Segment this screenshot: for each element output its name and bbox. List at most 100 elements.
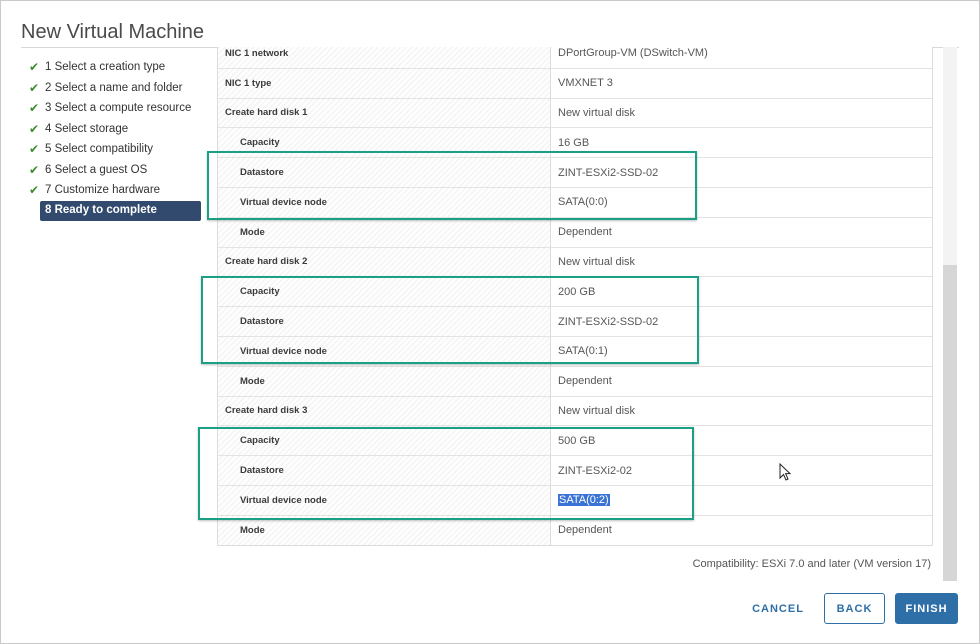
wizard-step-1[interactable]: ✔ 1 Select a creation type	[27, 57, 202, 78]
wizard-step-label: 7 Customize hardware	[45, 184, 161, 196]
check-icon: ✔	[28, 162, 40, 177]
value-text: New virtual disk	[558, 255, 636, 268]
row-label: Mode	[218, 217, 551, 247]
row-value: New virtual disk	[558, 397, 635, 426]
row-label: NIC 1 network	[218, 47, 551, 68]
table-row: Virtual device node SATA(0:2)	[218, 486, 932, 516]
table-scrollbar[interactable]	[943, 47, 957, 581]
value-text: DPortGroup-VM (DSwitch-VM)	[558, 47, 708, 60]
row-value: SATA(0:1)	[558, 337, 608, 366]
row-value: New virtual disk	[558, 99, 635, 128]
table-row: Datastore ZINT-ESXi2-SSD-02	[218, 307, 932, 337]
table-row: Mode Dependent	[218, 515, 932, 545]
value-text: VMXNET 3	[558, 77, 613, 90]
wizard-step-8[interactable]: 8 Ready to complete	[40, 200, 201, 221]
value-text: 200 GB	[558, 285, 596, 298]
table-row: Capacity 16 GB	[218, 128, 932, 159]
wizard-steps: ✔ 1 Select a creation type ✔ 2 Select a nam…	[27, 57, 202, 221]
row-label: Mode	[218, 366, 551, 396]
cancel-button[interactable]: CANCEL	[745, 593, 811, 624]
row-label: Datastore	[218, 158, 551, 187]
value-text: SATA(0:1)	[558, 345, 608, 358]
value-text: 500 GB	[558, 434, 596, 447]
row-value: 16 GB	[558, 128, 589, 157]
table-row: Create hard disk 3 New virtual disk	[218, 396, 932, 427]
value-text: SATA(0:0)	[558, 196, 608, 209]
wizard-step-label: 3 Select a compute resource	[45, 102, 192, 114]
row-label: Virtual device node	[218, 188, 551, 217]
table-row: Datastore ZINT-ESXi2-02	[218, 456, 932, 486]
wizard-step-5[interactable]: ✔ 5 Select compatibility	[27, 139, 202, 160]
wizard-step-label: 4 Select storage	[45, 122, 129, 135]
wizard-step-4[interactable]: ✔ 4 Select storage	[27, 119, 202, 140]
table-row: Create hard disk 1 New virtual disk	[218, 98, 932, 129]
mouse-pointer-icon	[779, 463, 791, 481]
table-row: Mode Dependent	[218, 217, 932, 248]
row-value: 500 GB	[558, 426, 595, 455]
back-button[interactable]: BACK	[824, 593, 885, 624]
value-text: 16 GB	[558, 136, 590, 149]
wizard-step-2[interactable]: ✔ 2 Select a name and folder	[27, 78, 202, 99]
summary-table: NIC 1 network DPortGroup-VM (DSwitch-VM) N…	[217, 47, 933, 546]
row-label: Virtual device node	[218, 486, 551, 515]
row-value: ZINT-ESXi2-SSD-02	[558, 307, 658, 336]
value-text: Dependent	[558, 226, 612, 239]
wizard-step-label: 6 Select a guest OS	[45, 163, 148, 176]
row-label: Mode	[218, 515, 551, 545]
row-label: Create hard disk 3	[218, 396, 551, 426]
row-label: Datastore	[218, 307, 551, 336]
value-text: ZINT-ESXi2-02	[558, 464, 632, 477]
value-text: Dependent	[558, 375, 612, 388]
wizard-step-label: 5 Select compatibility	[45, 143, 154, 155]
check-icon: ✔	[28, 121, 40, 136]
new-vm-dialog: New Virtual Machine ✔ 1 Select a creation…	[0, 0, 980, 644]
check-icon: ✔	[28, 183, 40, 197]
row-label: Capacity	[218, 426, 551, 456]
check-icon: ✔	[28, 101, 40, 115]
table-row: Datastore ZINT-ESXi2-SSD-02	[218, 158, 932, 188]
row-value: VMXNET 3	[558, 69, 613, 98]
table-row: Capacity 500 GB	[218, 426, 932, 457]
wizard-step-label: 8 Ready to complete	[45, 204, 157, 217]
row-value: SATA(0:0)	[558, 188, 608, 217]
check-icon: ✔	[28, 80, 40, 95]
wizard-step-7[interactable]: ✔ 7 Customize hardware	[27, 180, 202, 201]
row-value: Dependent	[558, 516, 612, 545]
row-label: Capacity	[218, 277, 551, 307]
selected-value-text: SATA(0:2)	[558, 494, 610, 507]
check-icon: ✔	[28, 60, 40, 74]
check-icon: ✔	[28, 142, 40, 156]
table-row: NIC 1 type VMXNET 3	[218, 68, 932, 99]
compatibility-text: Compatibility: ESXi 7.0 and later (VM ve…	[692, 558, 931, 570]
wizard-step-label: 1 Select a creation type	[45, 61, 166, 73]
row-label: NIC 1 type	[218, 68, 551, 98]
value-text: New virtual disk	[558, 106, 636, 119]
row-value: SATA(0:2)	[558, 486, 610, 515]
row-value: 200 GB	[558, 277, 595, 306]
finish-button[interactable]: FINISH	[895, 593, 958, 624]
row-value: Dependent	[558, 367, 612, 396]
table-row: Create hard disk 2 New virtual disk	[218, 247, 932, 278]
row-value: DPortGroup-VM (DSwitch-VM)	[558, 47, 708, 68]
value-text: New virtual disk	[558, 404, 636, 417]
value-text: ZINT-ESXi2-SSD-02	[558, 166, 659, 179]
wizard-step-6[interactable]: ✔ 6 Select a guest OS	[27, 160, 202, 181]
row-value: ZINT-ESXi2-SSD-02	[558, 158, 658, 187]
table-row: Virtual device node SATA(0:1)	[218, 337, 932, 367]
row-label: Capacity	[218, 128, 551, 158]
dialog-title: New Virtual Machine	[21, 21, 205, 43]
row-label: Create hard disk 2	[218, 247, 551, 277]
wizard-step-label: 2 Select a name and folder	[45, 81, 183, 94]
scrollbar-thumb[interactable]	[943, 265, 957, 581]
row-value: ZINT-ESXi2-02	[558, 456, 632, 485]
row-value: Dependent	[558, 218, 612, 247]
value-text: ZINT-ESXi2-SSD-02	[558, 315, 659, 328]
table-row: NIC 1 network DPortGroup-VM (DSwitch-VM)	[218, 47, 932, 69]
table-row: Mode Dependent	[218, 366, 932, 397]
row-label: Create hard disk 1	[218, 98, 551, 128]
row-label: Virtual device node	[218, 337, 551, 366]
row-label: Datastore	[218, 456, 551, 485]
row-value: New virtual disk	[558, 248, 635, 277]
wizard-step-3[interactable]: ✔ 3 Select a compute resource	[27, 98, 202, 119]
table-row: Virtual device node SATA(0:0)	[218, 188, 932, 218]
